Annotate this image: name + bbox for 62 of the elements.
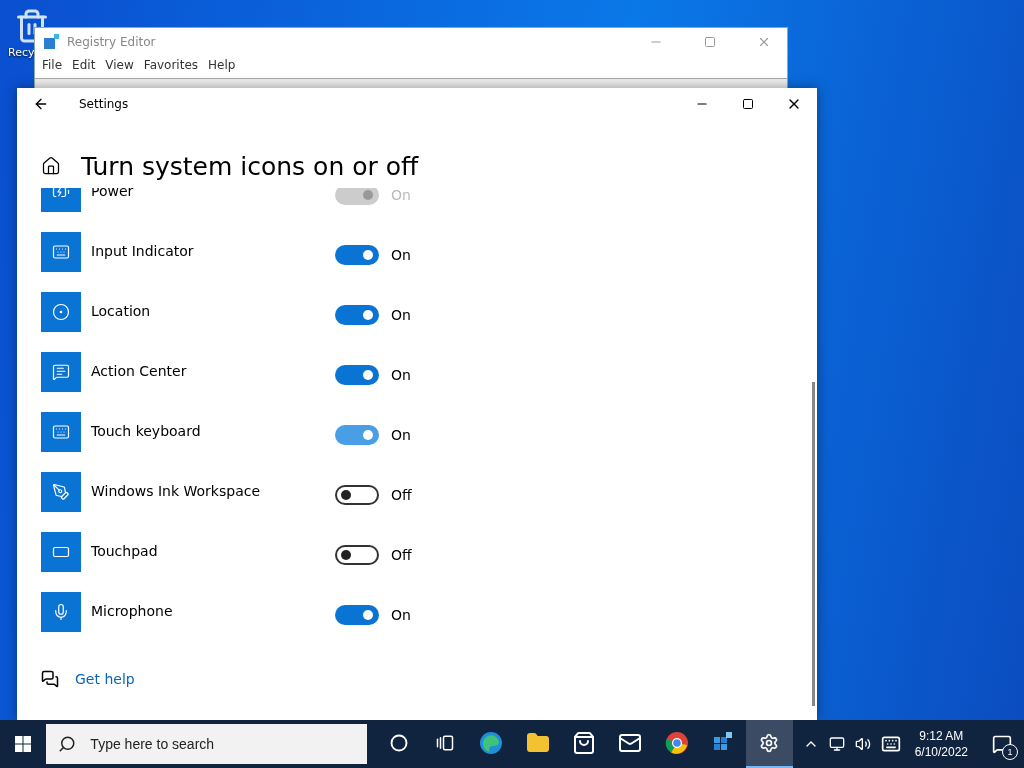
search-icon [58,735,77,753]
notification-icon [992,734,1013,754]
toggle-switch[interactable] [335,485,379,505]
menu-item[interactable]: Edit [69,56,99,74]
setting-label: Input Indicator [91,243,195,259]
scrollbar[interactable] [812,382,815,706]
toggle-state: On [391,247,411,263]
registry-icon [43,34,59,50]
setting-label: Action Center [91,363,188,379]
menu-item[interactable]: Help [205,56,239,74]
toggle-state: Off [391,547,412,563]
toggle-switch[interactable] [335,605,379,625]
edge-icon [479,731,504,755]
toggle-switch[interactable] [335,545,379,565]
keyboard-icon [52,423,70,441]
circle-icon [389,734,408,752]
notification-count: 1 [1002,744,1019,760]
help-link[interactable]: Get help [75,671,135,687]
toggle-state: On [391,427,411,443]
mail-icon [618,731,643,755]
keyboard-icon [52,243,70,261]
search-box[interactable]: Type here to search [46,724,368,764]
settings-icon [759,733,780,753]
clock[interactable]: 9:12 AM 6/10/2022 [908,728,975,760]
toggle-switch[interactable] [335,425,379,445]
toggle-state: On [391,607,411,623]
windows-logo-icon [15,736,32,752]
setting-label: Location [91,303,152,319]
microphone-icon [52,603,70,621]
close-icon [757,35,771,49]
desktop-icon-label[interactable]: Recy [8,46,35,59]
message-icon [52,363,70,381]
toggle-switch[interactable] [335,305,379,325]
toggle-state: On [391,367,411,383]
window-title: Settings [79,97,130,111]
menu-item[interactable]: View [102,56,137,74]
home-button[interactable] [41,156,61,176]
bag-icon [572,731,596,755]
help-icon [41,670,59,688]
location-icon [52,303,70,321]
chrome-icon [664,731,689,755]
notification-button[interactable]: 1 [980,720,1024,768]
page-heading: Turn system icons on or off [81,151,419,181]
toggle-state: Off [391,487,412,503]
taskbar-app[interactable] [746,720,793,768]
toggle-switch[interactable] [335,245,379,265]
toggle-state: On [391,187,411,203]
setting-label: Touchpad [91,543,159,559]
setting-label: Touch keyboard [91,423,202,439]
setting-label: Microphone [91,603,174,619]
toggle-state: On [391,307,411,323]
folder-icon [525,731,550,755]
toggle-switch[interactable] [335,365,379,385]
task-view-icon [435,734,454,752]
menu-item[interactable]: Favorites [140,56,202,74]
pen-icon [52,483,70,501]
search-field[interactable]: Type here to search [88,735,368,753]
window-title: Registry Editor [67,35,157,49]
setting-label: Windows Ink Workspace [91,483,262,499]
menu-item[interactable]: File [39,56,66,74]
maximize-icon [742,98,754,110]
maximize-icon [704,36,716,48]
